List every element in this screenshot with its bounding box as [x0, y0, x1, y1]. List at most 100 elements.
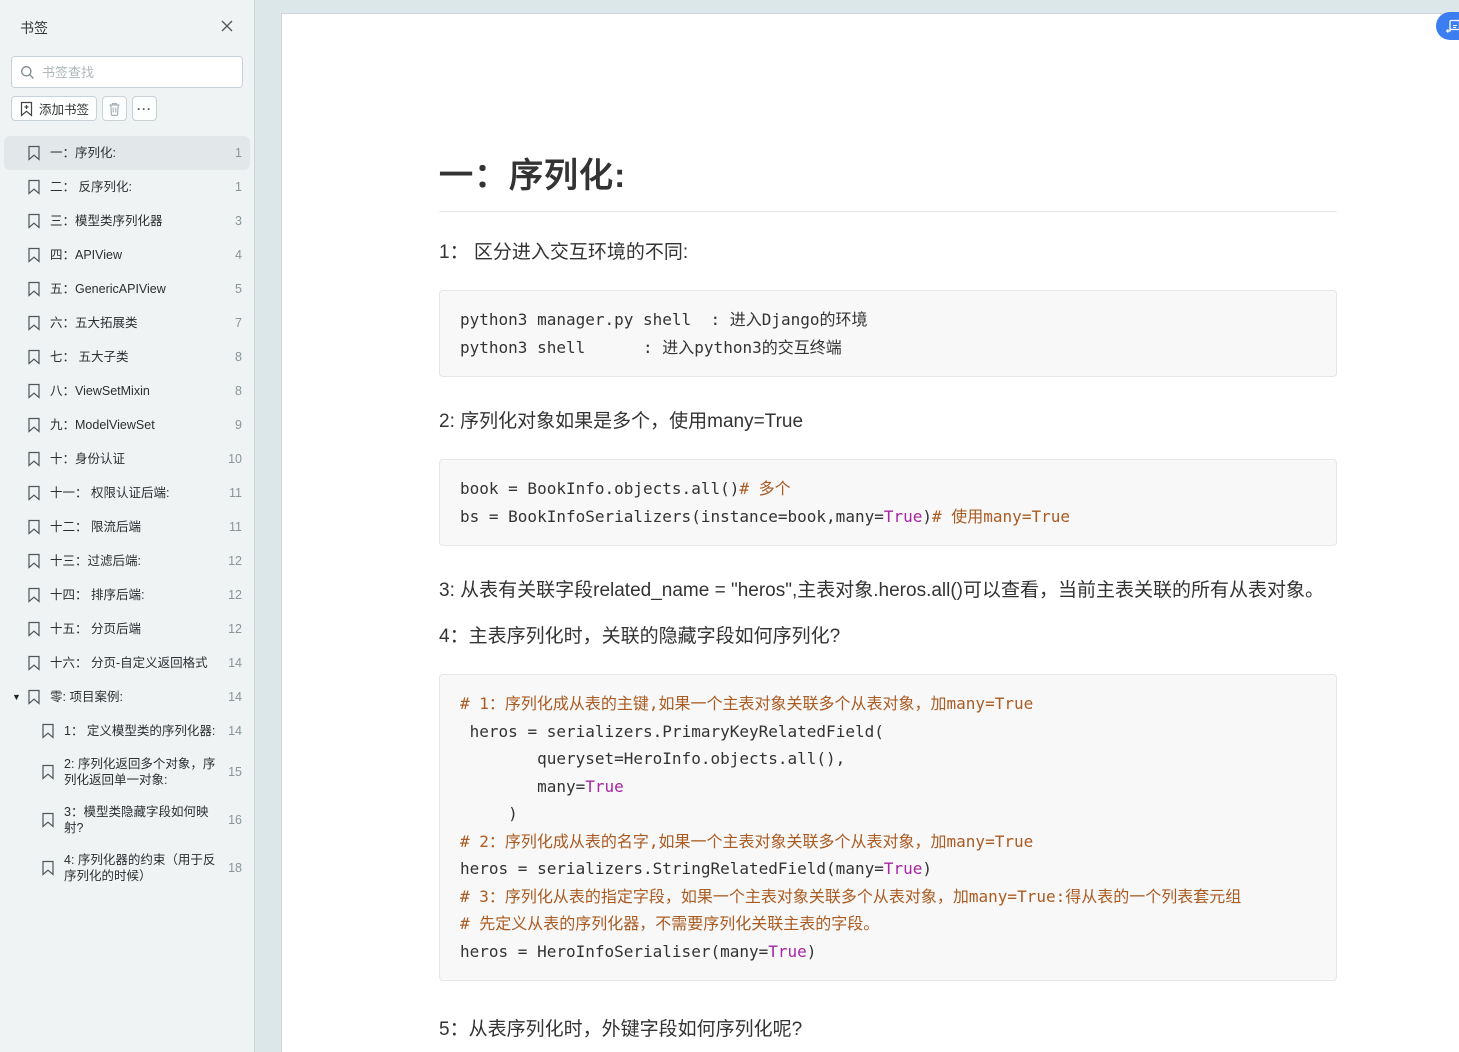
bookmark-item[interactable]: 三：模型类序列化器3	[4, 204, 250, 238]
bookmark-label: 十：身份认证	[50, 451, 228, 467]
bookmark-flag-icon	[26, 485, 42, 501]
document-content: 一：序列化: 1： 区分进入交互环境的不同: python3 manager.p…	[282, 14, 1337, 1045]
bookmark-page-number: 11	[229, 486, 242, 500]
convert-icon	[1445, 19, 1459, 34]
bookmark-label: 零: 项目案例:	[50, 689, 228, 705]
paragraph-2: 2: 序列化对象如果是多个，使用many=True	[439, 407, 1337, 437]
bookmark-item[interactable]: 九：ModelViewSet9	[4, 408, 250, 442]
bookmark-page-number: 3	[235, 214, 242, 228]
code-line: python3 manager.py shell : 进入Django的环境	[460, 306, 1316, 334]
bookmark-flag-icon	[26, 417, 42, 433]
bookmark-flag-icon	[26, 315, 42, 331]
pdf-viewer-area[interactable]: 一：序列化: 1： 区分进入交互环境的不同: python3 manager.p…	[255, 0, 1459, 1052]
bookmark-item[interactable]: 十三：过滤后端:12	[4, 544, 250, 578]
bookmark-page-number: 1	[235, 146, 242, 160]
bookmark-flag-icon	[40, 723, 56, 739]
code-line: )	[460, 800, 1316, 828]
bookmark-item[interactable]: 十四： 排序后端:12	[4, 578, 250, 612]
bookmark-item[interactable]: ▼ 零: 项目案例:14	[4, 680, 250, 714]
bookmark-label: 七： 五大子类	[50, 349, 235, 365]
bookmark-item[interactable]: 十二： 限流后端11	[4, 510, 250, 544]
bookmark-item[interactable]: 3：模型类隐藏字段如何映射?16	[4, 796, 250, 844]
bookmark-item[interactable]: 六：五大拓展类7	[4, 306, 250, 340]
bookmark-item[interactable]: 十一： 权限认证后端:11	[4, 476, 250, 510]
bookmark-item[interactable]: 十六： 分页-自定义返回格式14	[4, 646, 250, 680]
code-line: book = BookInfo.objects.all()# 多个	[460, 475, 1316, 503]
bookmark-label: 十五： 分页后端	[50, 621, 228, 637]
bookmark-item[interactable]: 4: 序列化器的约束（用于反序列化的时候）18	[4, 844, 250, 892]
bookmark-flag-icon	[26, 587, 42, 603]
search-icon	[20, 65, 35, 80]
sidebar-header: 书签	[0, 0, 254, 38]
expand-caret-icon[interactable]: ▼	[12, 692, 26, 702]
document-title: 一：序列化:	[439, 148, 1337, 212]
bookmark-search-input[interactable]	[42, 65, 234, 80]
bookmark-flag-icon	[26, 281, 42, 297]
more-options-icon: ···	[137, 102, 152, 116]
bookmark-label: 3：模型类隐藏字段如何映射?	[64, 804, 228, 836]
bookmark-page-number: 14	[228, 690, 242, 704]
bookmark-page-number: 12	[228, 588, 242, 602]
close-sidebar-button[interactable]	[218, 19, 236, 37]
bookmark-item[interactable]: 八：ViewSetMixin8	[4, 374, 250, 408]
bookmark-page-number: 12	[228, 622, 242, 636]
bookmark-item[interactable]: 十：身份认证10	[4, 442, 250, 476]
code-block-related-fields: # 1：序列化成从表的主键,如果一个主表对象关联多个从表对象，加many=Tru…	[439, 674, 1337, 981]
bookmark-page-number: 14	[228, 724, 242, 738]
bookmark-label: 三：模型类序列化器	[50, 213, 235, 229]
bookmark-item[interactable]: 十五： 分页后端12	[4, 612, 250, 646]
bookmark-item[interactable]: 二： 反序列化:1	[4, 170, 250, 204]
bookmark-page-number: 7	[235, 316, 242, 330]
paragraph-3: 3: 从表有关联字段related_name = "heros",主表对象.he…	[439, 576, 1337, 606]
bookmark-flag-icon	[40, 860, 56, 876]
bookmark-label: 九：ModelViewSet	[50, 417, 235, 433]
convert-button[interactable]: 转	[1436, 12, 1459, 40]
bookmark-item[interactable]: 五：GenericAPIView5	[4, 272, 250, 306]
trash-icon	[107, 101, 122, 117]
bookmark-label: 十四： 排序后端:	[50, 587, 228, 603]
bookmark-flag-icon	[26, 553, 42, 569]
bookmark-flag-icon	[26, 621, 42, 637]
bookmark-item[interactable]: 一：序列化:1	[4, 136, 250, 170]
bookmark-search-box[interactable]	[11, 56, 243, 88]
paragraph-4: 4：主表序列化时，关联的隐藏字段如何序列化?	[439, 622, 1337, 652]
delete-bookmark-button[interactable]	[102, 96, 127, 121]
code-block-shell-commands: python3 manager.py shell : 进入Django的环境py…	[439, 290, 1337, 377]
code-line: queryset=HeroInfo.objects.all(),	[460, 745, 1316, 773]
add-bookmark-button[interactable]: 添加书签	[11, 96, 97, 121]
bookmark-label: 十二： 限流后端	[50, 519, 229, 535]
code-line: heros = HeroInfoSerialiser(many=True)	[460, 938, 1316, 966]
sidebar-title: 书签	[20, 18, 48, 38]
code-line: bs = BookInfoSerializers(instance=book,m…	[460, 503, 1316, 531]
bookmark-page-number: 11	[229, 520, 242, 534]
bookmark-flag-icon	[26, 689, 42, 705]
bookmark-flag-icon	[40, 812, 56, 828]
bookmark-flag-icon	[26, 179, 42, 195]
bookmark-page-number: 15	[228, 765, 242, 779]
bookmark-list: 一：序列化:1二： 反序列化:1三：模型类序列化器3四：APIView4五：Ge…	[0, 136, 254, 1052]
code-line: python3 shell : 进入python3的交互终端	[460, 334, 1316, 362]
code-line: # 先定义从表的序列化器，不需要序列化关联主表的字段。	[460, 910, 1316, 938]
bookmark-flag-icon	[26, 451, 42, 467]
bookmark-page-number: 8	[235, 350, 242, 364]
bookmark-page-number: 9	[235, 418, 242, 432]
bookmark-item[interactable]: 四：APIView4	[4, 238, 250, 272]
bookmark-flag-icon	[26, 145, 42, 161]
bookmark-label: 4: 序列化器的约束（用于反序列化的时候）	[64, 852, 228, 884]
bookmark-flag-icon	[26, 247, 42, 263]
bookmark-item[interactable]: 2: 序列化返回多个对象，序列化返回单一对象:15	[4, 748, 250, 796]
bookmark-label: 五：GenericAPIView	[50, 281, 235, 297]
bookmark-item[interactable]: 七： 五大子类8	[4, 340, 250, 374]
code-line: # 3：序列化从表的指定字段，如果一个主表对象关联多个从表对象，加many=Tr…	[460, 883, 1316, 911]
code-line: heros = serializers.StringRelatedField(m…	[460, 855, 1316, 883]
bookmark-label: 二： 反序列化:	[50, 179, 235, 195]
code-line: many=True	[460, 773, 1316, 801]
bookmark-page-number: 5	[235, 282, 242, 296]
bookmark-page-number: 10	[228, 452, 242, 466]
bookmark-page-number: 8	[235, 384, 242, 398]
bookmark-label: 八：ViewSetMixin	[50, 383, 235, 399]
bookmark-item[interactable]: 1： 定义模型类的序列化器:14	[4, 714, 250, 748]
more-options-button[interactable]: ···	[132, 96, 157, 121]
sidebar-toolbar: 添加书签 ···	[11, 96, 243, 121]
bookmark-page-number: 16	[228, 813, 242, 827]
